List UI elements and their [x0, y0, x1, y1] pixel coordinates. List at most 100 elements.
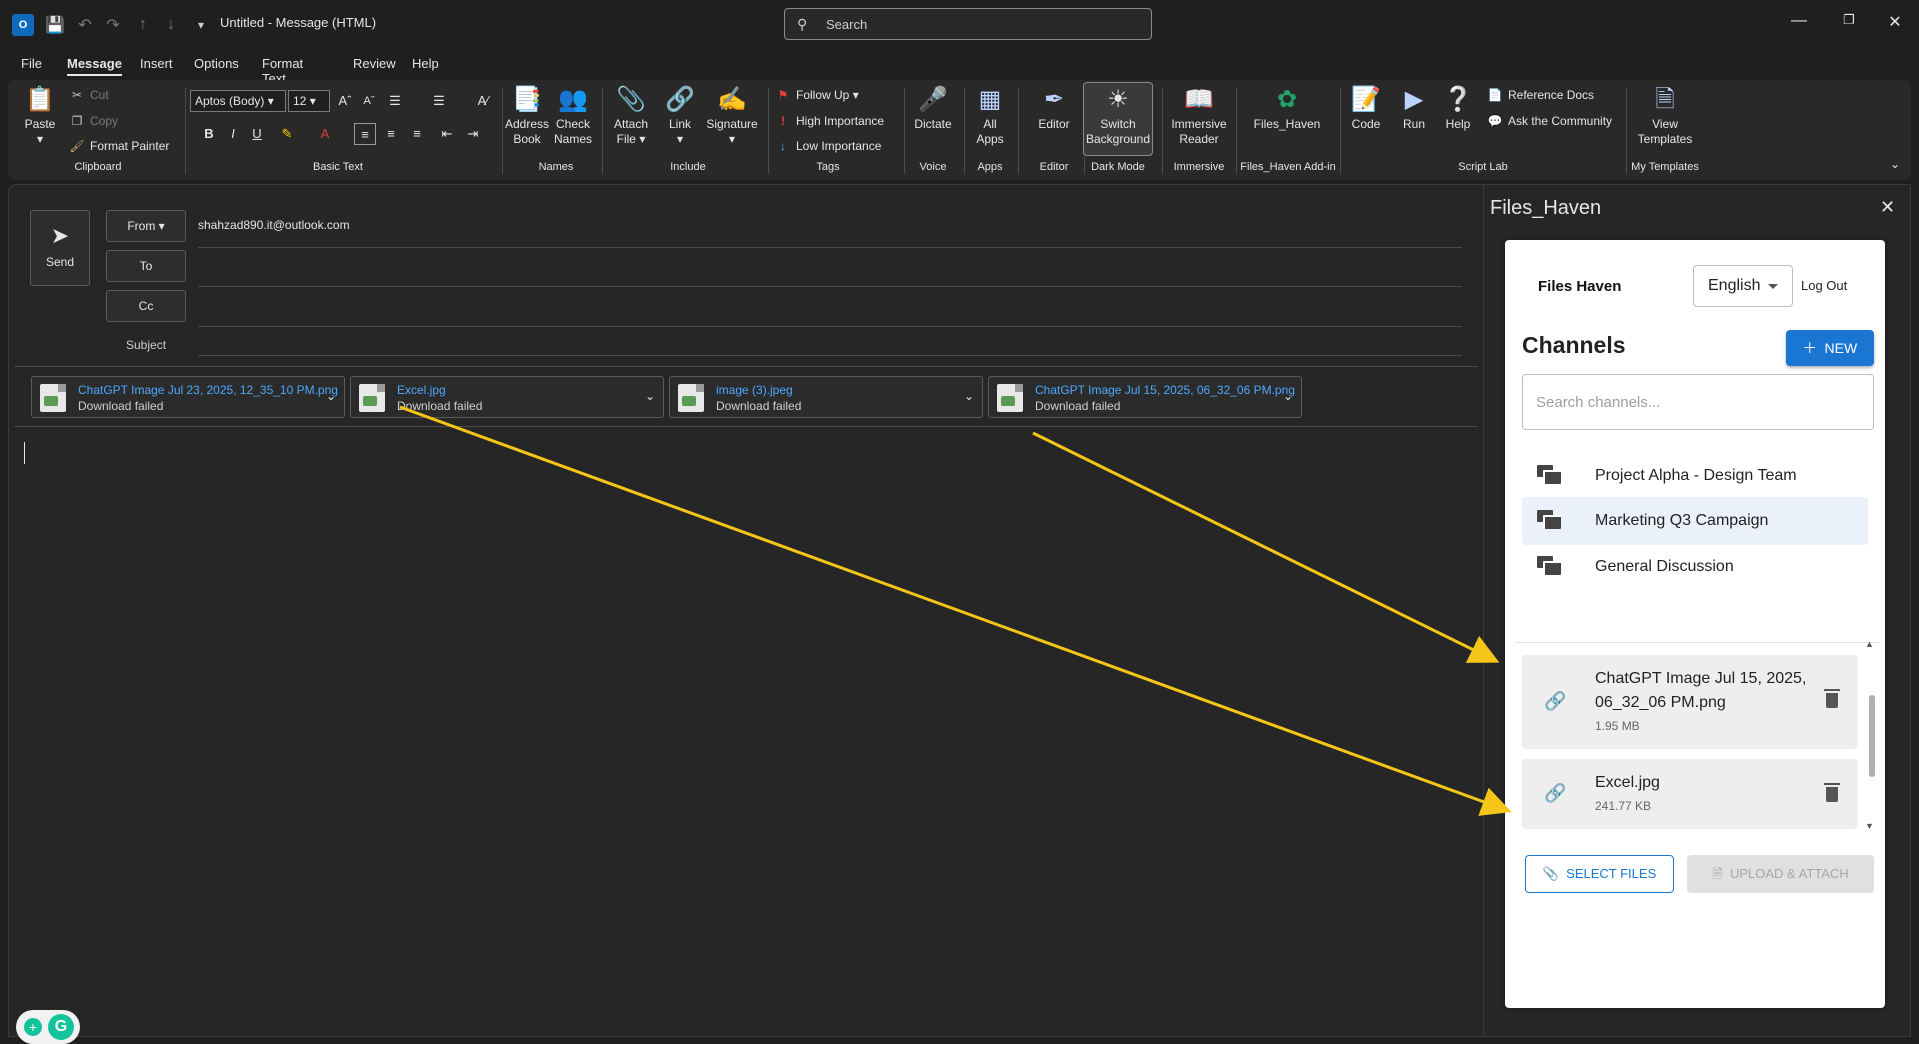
scroll-up-icon[interactable]: ▲ [1865, 639, 1874, 649]
file-card[interactable]: 🔗 Excel.jpg 241.77 KB [1522, 759, 1858, 829]
undo-icon[interactable]: ↶ [74, 14, 96, 36]
copy-button[interactable]: ❐ Copy [68, 114, 118, 128]
to-field[interactable] [198, 286, 1462, 287]
align-right-icon[interactable]: ≡ [406, 123, 428, 145]
bullets-icon[interactable]: ☰ [384, 90, 406, 112]
subject-field[interactable] [198, 355, 1462, 356]
attachment-chip[interactable]: Excel.jpg Download failed ⌄ [350, 376, 664, 418]
ask-community-button[interactable]: 💬 Ask the Community [1486, 114, 1613, 128]
previous-item-icon[interactable]: ↑ [132, 14, 154, 36]
tab-message[interactable]: Message [67, 56, 122, 76]
maximize-button[interactable]: ❐ [1834, 12, 1864, 36]
numbering-icon[interactable]: ☰ [428, 90, 450, 112]
underline-icon[interactable]: U [246, 123, 268, 145]
new-channel-button[interactable]: ＋ NEW [1786, 330, 1874, 366]
check-names-button[interactable]: 👥 Check Names [550, 86, 596, 147]
signature-button[interactable]: ✍ Signature ▾ [702, 86, 762, 147]
styles-icon[interactable]: A∕ [472, 90, 494, 112]
chevron-down-icon[interactable]: ⌄ [1283, 389, 1293, 403]
attach-file-button[interactable]: 📎 Attach File ▾ [608, 86, 654, 147]
tab-insert[interactable]: Insert [140, 56, 173, 71]
italic-icon[interactable]: I [222, 123, 244, 145]
dictate-button[interactable]: 🎤 Dictate [908, 86, 958, 132]
redo-icon[interactable]: ↷ [102, 14, 124, 36]
field-divider [198, 247, 1462, 248]
tab-review[interactable]: Review [353, 56, 396, 71]
chevron-down-icon[interactable]: ⌄ [645, 389, 655, 403]
help-button[interactable]: ❔ Help [1438, 86, 1478, 132]
grow-font-icon[interactable]: Aˆ [334, 90, 356, 112]
ribbon-separator [185, 88, 186, 174]
files-haven-panel: Files Haven English Log Out Channels ＋ N… [1505, 240, 1885, 1008]
tab-options[interactable]: Options [194, 56, 239, 71]
tab-help[interactable]: Help [412, 56, 439, 71]
font-name-select[interactable]: Aptos (Body) ▾ [190, 90, 286, 112]
minimize-button[interactable]: — [1784, 12, 1814, 36]
attachment-chip[interactable]: ChatGPT Image Jul 23, 2025, 12_35_10 PM.… [31, 376, 345, 418]
channel-item[interactable]: General Discussion [1522, 543, 1868, 591]
attachment-chip[interactable]: image (3).jpeg Download failed ⌄ [669, 376, 983, 418]
file-card[interactable]: 🔗 ChatGPT Image Jul 15, 2025, 06_32_06 P… [1522, 655, 1858, 749]
from-button[interactable]: From ▾ [106, 210, 186, 242]
decrease-indent-icon[interactable]: ⇤ [436, 123, 458, 145]
search-channels-input[interactable]: Search channels... [1522, 374, 1874, 430]
run-button[interactable]: ▶ Run [1394, 86, 1434, 132]
chevron-down-icon[interactable]: ⌄ [964, 389, 974, 403]
scroll-down-icon[interactable]: ▼ [1865, 821, 1874, 831]
reference-docs-button[interactable]: 📄 Reference Docs [1486, 88, 1595, 102]
follow-up-button[interactable]: ⚑ Follow Up ▾ [774, 88, 859, 102]
all-apps-button[interactable]: ▦ All Apps [968, 86, 1012, 147]
search-box[interactable]: ⚲ Search [784, 8, 1152, 40]
immersive-reader-button[interactable]: 📖 Immersive Reader [1166, 86, 1232, 147]
files-haven-button[interactable]: ✿ Files_Haven [1246, 86, 1328, 132]
format-painter-button[interactable]: 🖌 Format Painter [68, 139, 169, 153]
view-templates-button[interactable]: 🗎 View Templates [1630, 86, 1700, 147]
close-button[interactable]: ✕ [1880, 12, 1910, 36]
font-size-select[interactable]: 12 ▾ [288, 90, 330, 112]
ribbon-separator [602, 88, 603, 174]
ribbon-separator [1018, 88, 1019, 174]
paste-button[interactable]: 📋 Paste ▾ [18, 86, 62, 147]
bold-icon[interactable]: B [198, 123, 220, 145]
save-icon[interactable]: 💾 [44, 14, 66, 36]
shrink-font-icon[interactable]: Aˇ [358, 90, 380, 112]
language-select[interactable]: English [1693, 265, 1793, 307]
low-importance-button[interactable]: ↓ Low Importance [774, 139, 881, 153]
increase-indent-icon[interactable]: ⇥ [462, 123, 484, 145]
grammarly-widget[interactable]: + G [16, 1010, 80, 1044]
chevron-down-icon[interactable]: ⌄ [326, 389, 336, 403]
next-item-icon[interactable]: ↓ [160, 14, 182, 36]
delete-icon[interactable] [1824, 689, 1840, 708]
to-button[interactable]: To [106, 250, 186, 282]
send-button[interactable]: ➤ Send [30, 210, 90, 286]
logout-button[interactable]: Log Out [1801, 278, 1847, 293]
link-button[interactable]: 🔗 Link ▾ [660, 86, 700, 147]
cc-field[interactable] [198, 326, 1462, 327]
scrollbar-thumb[interactable] [1869, 695, 1875, 777]
channel-files-list[interactable]: 🔗 ChatGPT Image Jul 15, 2025, 06_32_06 P… [1515, 639, 1880, 834]
font-color-icon[interactable]: A [314, 123, 336, 145]
editor-button[interactable]: ✒ Editor [1022, 86, 1086, 132]
customize-toolbar-icon[interactable]: ▾ [190, 14, 212, 36]
code-button[interactable]: 📝 Code [1346, 86, 1386, 132]
delete-icon[interactable] [1824, 783, 1840, 802]
upload-attach-button[interactable]: 🗎 UPLOAD & ATTACH [1687, 855, 1874, 893]
channel-item-selected[interactable]: Marketing Q3 Campaign [1522, 497, 1868, 545]
forum-icon [1537, 556, 1561, 575]
collapse-ribbon-icon[interactable]: ⌄ [1890, 157, 1900, 171]
select-files-button[interactable]: 📎 SELECT FILES [1525, 855, 1674, 893]
paperclip-icon: 📎 [616, 86, 646, 113]
plus-icon: ＋ [1802, 340, 1817, 356]
tab-file[interactable]: File [21, 56, 42, 71]
channel-item[interactable]: Project Alpha - Design Team [1522, 452, 1868, 500]
close-icon[interactable]: ✕ [1880, 197, 1895, 218]
highlight-icon[interactable]: ✎ [276, 123, 298, 145]
high-importance-button[interactable]: ! High Importance [774, 114, 884, 128]
signature-icon: ✍ [717, 86, 747, 113]
cc-button[interactable]: Cc [106, 290, 186, 322]
align-left-icon[interactable]: ≡ [354, 123, 376, 145]
align-center-icon[interactable]: ≡ [380, 123, 402, 145]
address-book-button[interactable]: 📑 Address Book [504, 86, 550, 147]
cut-button[interactable]: ✂ Cut [68, 88, 109, 102]
attachment-chip[interactable]: ChatGPT Image Jul 15, 2025, 06_32_06 PM.… [988, 376, 1302, 418]
